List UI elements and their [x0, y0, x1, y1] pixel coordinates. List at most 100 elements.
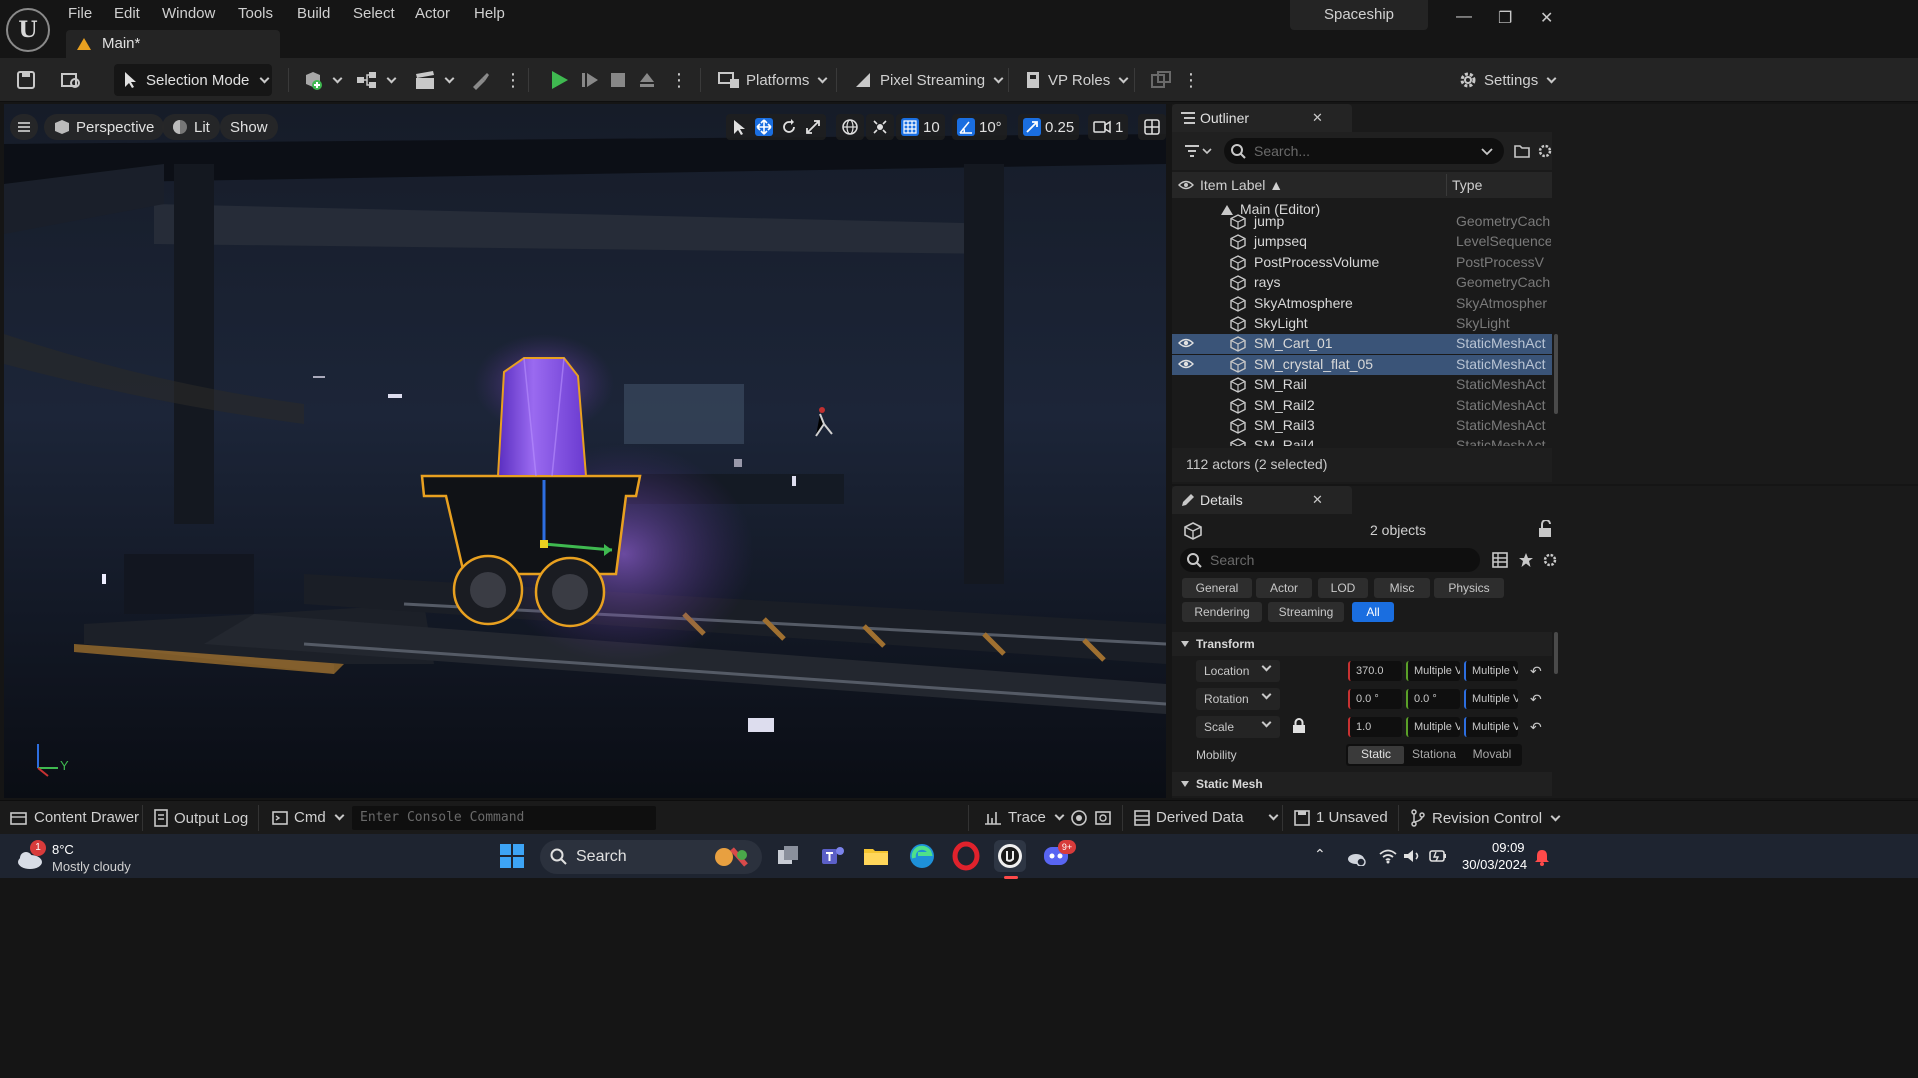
add-folder-icon[interactable]	[1514, 143, 1530, 159]
cinematics-button[interactable]	[414, 65, 455, 95]
vp-roles-dropdown[interactable]: VP Roles	[1024, 65, 1129, 95]
unsaved-button[interactable]: 1 Unsaved	[1294, 809, 1388, 826]
filter-rendering[interactable]: Rendering	[1182, 602, 1262, 622]
save-button[interactable]	[16, 65, 36, 95]
multi-user-button[interactable]	[1150, 65, 1172, 95]
play-options-button[interactable]: ⋮	[670, 65, 688, 95]
location-dropdown[interactable]: Location	[1196, 660, 1280, 682]
translate-tool-icon[interactable]	[755, 118, 773, 136]
details-search-input[interactable]: Search	[1180, 548, 1480, 572]
stop-button[interactable]	[609, 65, 627, 95]
transform-section-header[interactable]: Transform	[1172, 632, 1552, 656]
blueprints-button[interactable]	[356, 65, 397, 95]
outliner-row[interactable]: SM_Rail StaticMeshAct	[1172, 375, 1552, 395]
outliner-row[interactable]: jumpseq LevelSequence	[1172, 232, 1552, 252]
outliner-close-icon[interactable]: ✕	[1312, 110, 1323, 126]
advance-frame-button[interactable]	[580, 65, 600, 95]
volume-icon[interactable]	[1402, 848, 1422, 864]
visibility-eye-icon[interactable]	[1178, 358, 1194, 370]
grid-snap-button[interactable]: 10	[896, 114, 945, 140]
platforms-dropdown[interactable]: Platforms	[718, 65, 828, 95]
view-mode-button[interactable]: Lit	[162, 114, 220, 140]
more-options-button[interactable]: ⋮	[504, 65, 522, 95]
filter-general[interactable]: General	[1182, 578, 1252, 598]
details-scrollbar[interactable]	[1554, 632, 1558, 674]
file-explorer-button[interactable]	[860, 840, 892, 872]
level-viewport[interactable]: Y Perspective Lit Show 10 10° 0.25 1	[4, 104, 1166, 798]
snapshot-button[interactable]	[1094, 809, 1112, 827]
location-y-field[interactable]: Multiple V	[1406, 661, 1460, 681]
outliner-row[interactable]: SkyAtmosphere SkyAtmospher	[1172, 294, 1552, 314]
menu-help[interactable]: Help	[474, 5, 505, 22]
lock-open-icon[interactable]	[1538, 520, 1552, 538]
column-type[interactable]: Type	[1452, 177, 1482, 193]
location-z-field[interactable]: Multiple V	[1464, 661, 1518, 681]
outliner-tab[interactable]: Outliner ✕	[1172, 104, 1352, 132]
opera-button[interactable]	[950, 840, 982, 872]
play-button[interactable]	[548, 65, 570, 95]
content-drawer-button[interactable]: Content Drawer	[10, 809, 139, 826]
settings-dropdown[interactable]: Settings	[1458, 65, 1557, 95]
edge-button[interactable]	[906, 840, 938, 872]
column-item-label[interactable]: Item Label ▲	[1200, 177, 1283, 193]
filter-misc[interactable]: Misc	[1374, 578, 1430, 598]
rotation-x-field[interactable]: 0.0 °	[1348, 689, 1402, 709]
scale-tool-icon[interactable]	[805, 119, 821, 135]
outliner-row[interactable]: SM_Cart_01 StaticMeshAct	[1172, 334, 1552, 355]
rotation-z-field[interactable]: Multiple V	[1464, 689, 1518, 709]
surface-snap-toggle[interactable]	[866, 114, 894, 140]
pixel-streaming-dropdown[interactable]: Pixel Streaming	[854, 65, 1004, 95]
clock-date[interactable]: 30/03/2024	[1462, 857, 1527, 872]
add-actor-button[interactable]	[302, 65, 343, 95]
outliner-settings-gear-icon[interactable]	[1538, 143, 1552, 159]
static-mesh-section-header[interactable]: Static Mesh	[1172, 772, 1552, 796]
filter-all[interactable]: All	[1352, 602, 1394, 622]
unreal-taskbar-button[interactable]	[994, 840, 1026, 879]
show-button[interactable]: Show	[220, 114, 278, 140]
reset-location-icon[interactable]: ↶	[1530, 663, 1542, 680]
restore-button[interactable]: ❐	[1498, 8, 1512, 28]
task-view-button[interactable]	[772, 840, 804, 872]
teams-button[interactable]	[816, 840, 848, 872]
scale-dropdown[interactable]: Scale	[1196, 716, 1280, 738]
filter-icon[interactable]	[1184, 144, 1214, 158]
filter-physics[interactable]: Physics	[1434, 578, 1504, 598]
property-matrix-icon[interactable]	[1492, 552, 1508, 568]
outliner-row[interactable]: SM_crystal_flat_05 StaticMeshAct	[1172, 354, 1552, 375]
details-tab[interactable]: Details ✕	[1172, 486, 1352, 514]
outliner-row[interactable]: SM_Rail4 StaticMeshAct	[1172, 436, 1552, 446]
revision-control-dropdown[interactable]: Revision Control	[1410, 809, 1561, 827]
details-close-icon[interactable]: ✕	[1312, 492, 1323, 508]
eject-button[interactable]	[637, 65, 657, 95]
scale-lock-icon[interactable]	[1292, 718, 1306, 734]
menu-edit[interactable]: Edit	[114, 5, 140, 22]
collab-options-button[interactable]: ⋮	[1182, 65, 1200, 95]
camera-speed-button[interactable]: 1	[1088, 114, 1129, 140]
menu-select[interactable]: Select	[353, 5, 395, 22]
reset-rotation-icon[interactable]: ↶	[1530, 691, 1542, 708]
battery-icon[interactable]	[1428, 848, 1448, 864]
outliner-row[interactable]: SM_Rail3 StaticMeshAct	[1172, 416, 1552, 436]
outliner-row[interactable]: PostProcessVolume PostProcessV	[1172, 253, 1552, 273]
menu-tools[interactable]: Tools	[238, 5, 273, 22]
cmd-dropdown[interactable]: Cmd	[272, 809, 345, 826]
start-button[interactable]	[496, 840, 528, 872]
perspective-button[interactable]: Perspective	[44, 114, 165, 140]
minimize-button[interactable]: —	[1456, 8, 1472, 26]
rotation-snap-button[interactable]: 10°	[952, 114, 1007, 140]
visibility-eye-icon[interactable]	[1178, 337, 1194, 349]
trace-dropdown[interactable]: Trace	[984, 809, 1065, 826]
favorite-star-icon[interactable]	[1518, 552, 1534, 568]
show-hidden-icons-chevron-icon[interactable]: ⌃	[1314, 846, 1326, 863]
reset-scale-icon[interactable]: ↶	[1530, 719, 1542, 736]
record-button[interactable]	[1070, 809, 1088, 827]
scale-z-field[interactable]: Multiple V	[1464, 717, 1518, 737]
outliner-row[interactable]: SkyLight SkyLight	[1172, 314, 1552, 334]
filter-lod[interactable]: LOD	[1318, 578, 1368, 598]
location-x-field[interactable]: 370.0	[1348, 661, 1402, 681]
menu-actor[interactable]: Actor	[415, 5, 450, 22]
modes-button[interactable]	[470, 65, 490, 95]
selection-mode-dropdown[interactable]: Selection Mode	[114, 64, 272, 96]
menu-file[interactable]: File	[68, 5, 92, 22]
details-settings-gear-icon[interactable]	[1542, 552, 1558, 568]
